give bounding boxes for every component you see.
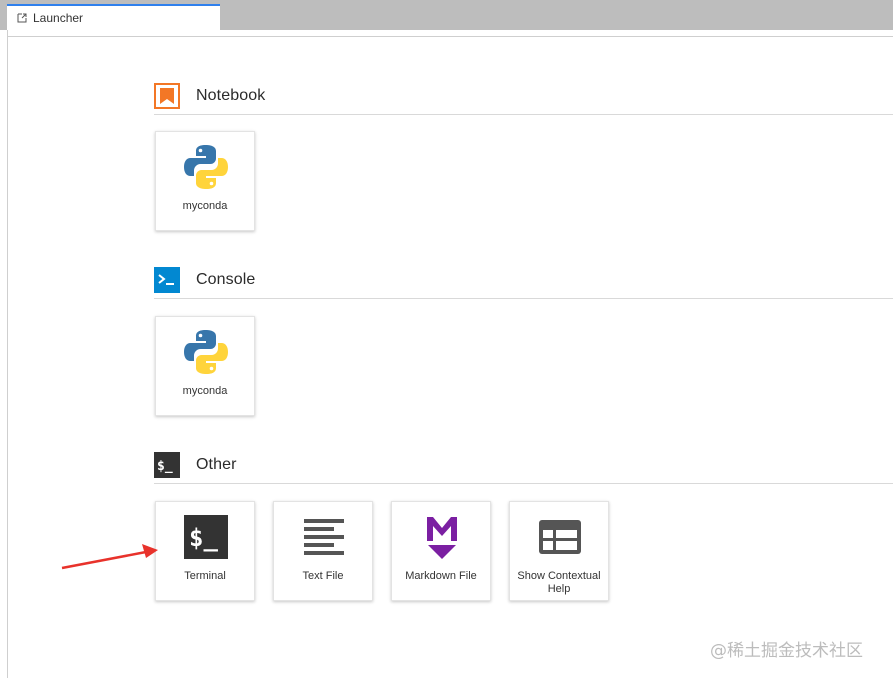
card-label: Text File [302,570,344,582]
contextual-help-card[interactable]: Show Contextual Help [509,501,609,601]
section-title-console: Console [196,271,256,288]
section-console-header: Console [154,262,893,299]
card-label: myconda [182,200,228,212]
markdown-file-card[interactable]: Markdown File [391,501,491,601]
console-kernel-card[interactable]: myconda [155,316,255,416]
console-prompt-icon [154,267,180,293]
notebook-kernel-card[interactable]: myconda [155,131,255,231]
text-file-card[interactable]: Text File [273,501,373,601]
svg-text:$_: $_ [189,524,218,552]
card-label: Terminal [184,570,226,582]
panel-divider [7,36,893,37]
panel-border [7,30,8,678]
svg-text:$_: $_ [157,459,173,474]
tab-bar: Launcher [0,0,893,30]
section-title-other: Other [196,456,237,473]
terminal-dollar-icon: $_ [154,452,180,478]
markdown-icon [418,513,466,561]
text-lines-icon [300,513,348,561]
card-label: myconda [182,385,228,397]
card-label: Markdown File [405,570,477,582]
section-notebook-header: Notebook [154,78,893,115]
terminal-icon: $_ [182,513,230,561]
red-arrow-annotation [61,544,158,570]
bookmark-icon [154,83,180,109]
tab-title: Launcher [33,11,84,25]
contextual-help-icon [536,513,584,561]
external-link-icon [17,13,27,23]
section-title-notebook: Notebook [196,87,266,104]
card-label: Show Contextual Help [517,570,601,595]
terminal-card[interactable]: $_ Terminal [155,501,255,601]
python-logo-icon [182,328,230,376]
watermark: @稀土掘金技术社区 [710,641,863,661]
section-other-header: $_ Other [154,447,893,484]
python-logo-icon [182,143,230,191]
tab-launcher[interactable]: Launcher [7,4,220,30]
